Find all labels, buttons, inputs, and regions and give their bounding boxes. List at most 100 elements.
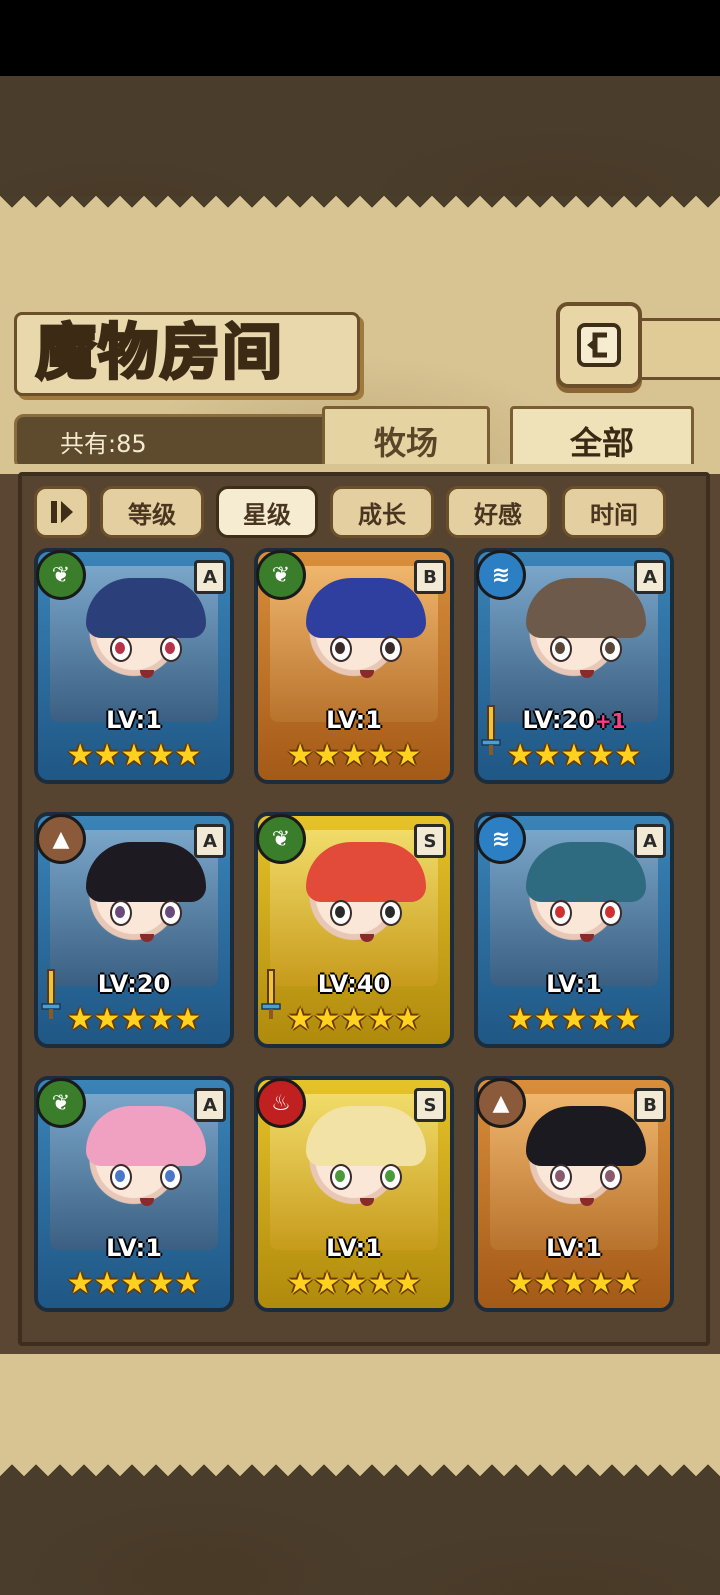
monster-mouth: [140, 934, 154, 942]
level-value: LV:1: [106, 706, 162, 734]
level-value: LV:20: [522, 706, 595, 734]
level-label: LV:1: [258, 1234, 450, 1262]
monster-eye: [550, 900, 572, 926]
sort-level-button[interactable]: 等级: [100, 486, 204, 538]
monster-eye: [330, 1164, 352, 1190]
monster-eye: [600, 636, 622, 662]
monster-eye: [160, 1164, 182, 1190]
level-label: LV:1: [258, 706, 450, 734]
monster-mouth: [140, 670, 154, 678]
monster-card[interactable]: ▲ B LV:1 ★★★★★: [474, 1076, 674, 1312]
monster-card[interactable]: ❦ S LV:40 ★★★★★: [254, 812, 454, 1048]
star-rating: ★★★★★: [286, 738, 422, 773]
rank-badge: A: [194, 824, 226, 858]
equipped-sword-icon: [261, 969, 281, 1019]
sort-star-button[interactable]: 星级: [216, 486, 318, 538]
star-rating: ★★★★★: [66, 1266, 202, 1301]
level-value: LV:20: [97, 970, 171, 998]
monster-mouth: [580, 670, 594, 678]
level-value: LV:1: [106, 1234, 162, 1262]
star-rating: ★★★★★: [66, 1002, 202, 1037]
monster-eye: [160, 900, 182, 926]
back-button-rail: [634, 318, 720, 380]
panel-top-edge: [0, 196, 720, 220]
monster-mouth: [360, 1198, 374, 1206]
level-label: LV:1: [478, 970, 670, 998]
level-value: LV:1: [546, 970, 602, 998]
equipped-sword-icon: [481, 705, 501, 755]
monster-card[interactable]: ♨ S LV:1 ★★★★★: [254, 1076, 454, 1312]
monster-eye: [600, 900, 622, 926]
monster-eye: [110, 900, 132, 926]
monster-hair: [526, 842, 646, 902]
star-rating: ★★★★★: [506, 738, 642, 773]
monster-hair: [86, 578, 206, 638]
element-nature-icon: ❦: [36, 1078, 86, 1128]
back-arrow-icon: [577, 323, 621, 367]
sort-affection-button[interactable]: 好感: [446, 486, 550, 538]
monster-hair: [526, 578, 646, 638]
panel-bottom-edge: [0, 1452, 720, 1476]
rank-badge: B: [414, 560, 446, 594]
level-bonus: +1: [594, 709, 626, 733]
level-value: LV:1: [546, 1234, 602, 1262]
rank-badge: B: [634, 1088, 666, 1122]
monster-hair: [86, 842, 206, 902]
monster-eye: [380, 636, 402, 662]
monster-eye: [550, 1164, 572, 1190]
monster-card[interactable]: ≋ A LV:20+1 ★★★★★: [474, 548, 674, 784]
level-label: LV:1: [38, 1234, 230, 1262]
monster-hair: [526, 1106, 646, 1166]
level-label: LV:20+1: [478, 706, 670, 734]
element-nature-icon: ❦: [256, 550, 306, 600]
equipped-sword-icon: [41, 969, 61, 1019]
monster-eye: [550, 636, 572, 662]
monster-card[interactable]: ≋ A LV:1 ★★★★★: [474, 812, 674, 1048]
level-label: LV:1: [478, 1234, 670, 1262]
level-value: LV:1: [326, 1234, 382, 1262]
monster-eye: [600, 1164, 622, 1190]
monster-hair: [306, 1106, 426, 1166]
sort-toggle-button[interactable]: [34, 486, 90, 538]
monster-card[interactable]: ❦ A LV:1 ★★★★★: [34, 548, 234, 784]
rank-badge: S: [414, 1088, 446, 1122]
page-title: 魔物房间: [35, 317, 284, 390]
monster-eye: [380, 900, 402, 926]
star-rating: ★★★★★: [506, 1002, 642, 1037]
monster-eye: [380, 1164, 402, 1190]
monster-mouth: [360, 670, 374, 678]
element-water-icon: ≋: [476, 550, 526, 600]
element-fire-icon: ♨: [256, 1078, 306, 1128]
star-rating: ★★★★★: [286, 1266, 422, 1301]
level-value: LV:40: [317, 970, 391, 998]
monster-card[interactable]: ❦ B LV:1 ★★★★★: [254, 548, 454, 784]
monster-mouth: [580, 934, 594, 942]
monster-eye: [110, 1164, 132, 1190]
monster-card[interactable]: ▲ A LV:20 ★★★★★: [34, 812, 234, 1048]
rank-badge: A: [194, 560, 226, 594]
monster-card[interactable]: ❦ A LV:1 ★★★★★: [34, 1076, 234, 1312]
level-label: LV:1: [38, 706, 230, 734]
monster-mouth: [140, 1198, 154, 1206]
level-label: LV:20: [38, 970, 230, 998]
sort-growth-button[interactable]: 成长: [330, 486, 434, 538]
monster-eye: [160, 636, 182, 662]
monster-eye: [110, 636, 132, 662]
rank-badge: A: [634, 824, 666, 858]
monster-eye: [330, 636, 352, 662]
star-rating: ★★★★★: [66, 738, 202, 773]
rank-badge: S: [414, 824, 446, 858]
star-rating: ★★★★★: [506, 1266, 642, 1301]
level-label: LV:40: [258, 970, 450, 998]
monster-hair: [306, 578, 426, 638]
sort-order-icon: [51, 501, 73, 523]
rank-badge: A: [194, 1088, 226, 1122]
monster-hair: [306, 842, 426, 902]
level-value: LV:1: [326, 706, 382, 734]
sort-time-button[interactable]: 时间: [562, 486, 666, 538]
back-button[interactable]: [556, 302, 642, 388]
monster-hair: [86, 1106, 206, 1166]
element-earth-icon: ▲: [36, 814, 86, 864]
element-water-icon: ≋: [476, 814, 526, 864]
element-nature-icon: ❦: [256, 814, 306, 864]
